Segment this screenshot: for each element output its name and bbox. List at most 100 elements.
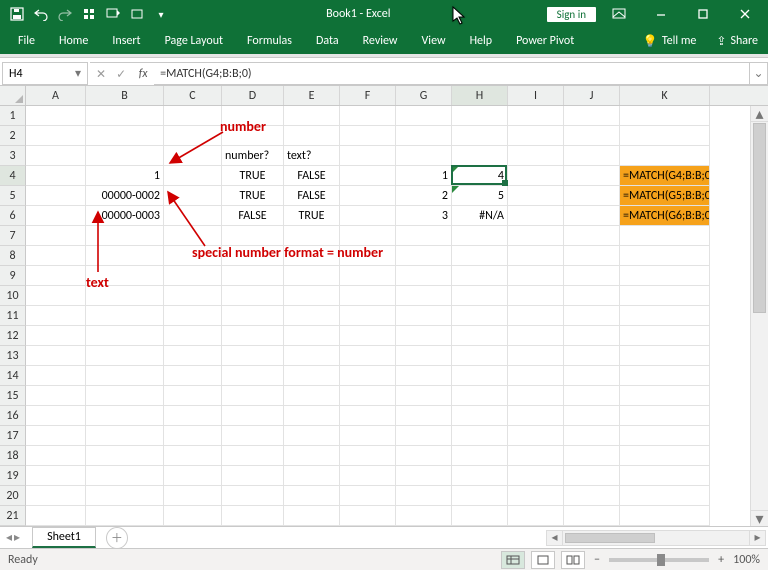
- cell-K13[interactable]: [620, 346, 710, 366]
- tab-data[interactable]: Data: [304, 29, 351, 54]
- row-header-5[interactable]: 5: [0, 186, 26, 206]
- cell-A1[interactable]: [26, 106, 86, 126]
- cell-B2[interactable]: [86, 126, 164, 146]
- name-box[interactable]: H4 ▾: [2, 62, 88, 85]
- row-header-2[interactable]: 2: [0, 126, 26, 146]
- cell-D8[interactable]: [222, 246, 284, 266]
- zoom-level[interactable]: 100%: [733, 553, 760, 567]
- cell-I4[interactable]: [508, 166, 564, 186]
- cell-H3[interactable]: [452, 146, 508, 166]
- cell-A6[interactable]: [26, 206, 86, 226]
- row-header-17[interactable]: 17: [0, 426, 26, 446]
- cell-K6[interactable]: =MATCH(G6;B:B;0): [620, 206, 710, 226]
- cell-I3[interactable]: [508, 146, 564, 166]
- cell-J11[interactable]: [564, 306, 620, 326]
- cell-D9[interactable]: [222, 266, 284, 286]
- cell-C15[interactable]: [164, 386, 222, 406]
- cell-F2[interactable]: [340, 126, 396, 146]
- cell-E12[interactable]: [284, 326, 340, 346]
- cell-K21[interactable]: [620, 506, 710, 526]
- cell-D21[interactable]: [222, 506, 284, 526]
- row-header-6[interactable]: 6: [0, 206, 26, 226]
- cell-A12[interactable]: [26, 326, 86, 346]
- cell-K18[interactable]: [620, 446, 710, 466]
- maximize-button[interactable]: [684, 0, 722, 28]
- col-D[interactable]: D: [222, 86, 284, 105]
- cell-J9[interactable]: [564, 266, 620, 286]
- tab-page-layout[interactable]: Page Layout: [153, 29, 235, 54]
- cell-D7[interactable]: [222, 226, 284, 246]
- cell-C3[interactable]: [164, 146, 222, 166]
- cell-A16[interactable]: [26, 406, 86, 426]
- vertical-scroll-thumb[interactable]: [753, 123, 766, 313]
- cell-J5[interactable]: [564, 186, 620, 206]
- cell-A5[interactable]: [26, 186, 86, 206]
- cell-J3[interactable]: [564, 146, 620, 166]
- chevron-down-icon[interactable]: ▾: [75, 66, 81, 81]
- cell-B17[interactable]: [86, 426, 164, 446]
- cell-B16[interactable]: [86, 406, 164, 426]
- cell-D18[interactable]: [222, 446, 284, 466]
- cell-A20[interactable]: [26, 486, 86, 506]
- cell-G17[interactable]: [396, 426, 452, 446]
- sheet-next-icon[interactable]: ▸: [14, 530, 20, 545]
- cell-H11[interactable]: [452, 306, 508, 326]
- cell-J21[interactable]: [564, 506, 620, 526]
- cell-J15[interactable]: [564, 386, 620, 406]
- cell-J13[interactable]: [564, 346, 620, 366]
- save-icon[interactable]: [8, 5, 26, 23]
- cell-F9[interactable]: [340, 266, 396, 286]
- cell-B19[interactable]: [86, 466, 164, 486]
- cell-F4[interactable]: [340, 166, 396, 186]
- cell-G18[interactable]: [396, 446, 452, 466]
- cell-E21[interactable]: [284, 506, 340, 526]
- cell-E17[interactable]: [284, 426, 340, 446]
- new-sheet-button[interactable]: ＋: [106, 527, 128, 549]
- cell-J6[interactable]: [564, 206, 620, 226]
- cell-I14[interactable]: [508, 366, 564, 386]
- cell-K15[interactable]: [620, 386, 710, 406]
- cell-G8[interactable]: [396, 246, 452, 266]
- cell-A10[interactable]: [26, 286, 86, 306]
- col-J[interactable]: J: [564, 86, 620, 105]
- cell-I16[interactable]: [508, 406, 564, 426]
- cell-G13[interactable]: [396, 346, 452, 366]
- minimize-button[interactable]: [642, 0, 680, 28]
- cell-K19[interactable]: [620, 466, 710, 486]
- cell-K2[interactable]: [620, 126, 710, 146]
- tab-power-pivot[interactable]: Power Pivot: [504, 29, 586, 54]
- col-F[interactable]: F: [340, 86, 396, 105]
- cell-G5[interactable]: 2: [396, 186, 452, 206]
- cell-I21[interactable]: [508, 506, 564, 526]
- cell-I12[interactable]: [508, 326, 564, 346]
- cell-I17[interactable]: [508, 426, 564, 446]
- row-header-20[interactable]: 20: [0, 486, 26, 506]
- cell-D17[interactable]: [222, 426, 284, 446]
- cell-A13[interactable]: [26, 346, 86, 366]
- row-header-4[interactable]: 4: [0, 166, 26, 186]
- cell-B21[interactable]: [86, 506, 164, 526]
- cell-K5[interactable]: =MATCH(G5;B:B;0): [620, 186, 710, 206]
- cell-J10[interactable]: [564, 286, 620, 306]
- cell-E20[interactable]: [284, 486, 340, 506]
- qat-option3-icon[interactable]: [128, 5, 146, 23]
- cell-D4[interactable]: TRUE: [222, 166, 284, 186]
- cell-A19[interactable]: [26, 466, 86, 486]
- cell-F12[interactable]: [340, 326, 396, 346]
- cell-F21[interactable]: [340, 506, 396, 526]
- cell-E18[interactable]: [284, 446, 340, 466]
- zoom-in-button[interactable]: +: [715, 553, 727, 567]
- row-header-15[interactable]: 15: [0, 386, 26, 406]
- row-header-12[interactable]: 12: [0, 326, 26, 346]
- cell-I9[interactable]: [508, 266, 564, 286]
- page-break-view-button[interactable]: [561, 551, 585, 569]
- cell-B13[interactable]: [86, 346, 164, 366]
- qat-customize-icon[interactable]: ▾: [152, 5, 170, 23]
- grid[interactable]: 123number?text?41TRUEFALSE14=MATCH(G4;B:…: [0, 106, 750, 526]
- redo-icon[interactable]: [56, 5, 74, 23]
- cell-E11[interactable]: [284, 306, 340, 326]
- cell-C9[interactable]: [164, 266, 222, 286]
- cell-G7[interactable]: [396, 226, 452, 246]
- vertical-scrollbar[interactable]: ▴ ▾: [750, 106, 768, 526]
- cell-F3[interactable]: [340, 146, 396, 166]
